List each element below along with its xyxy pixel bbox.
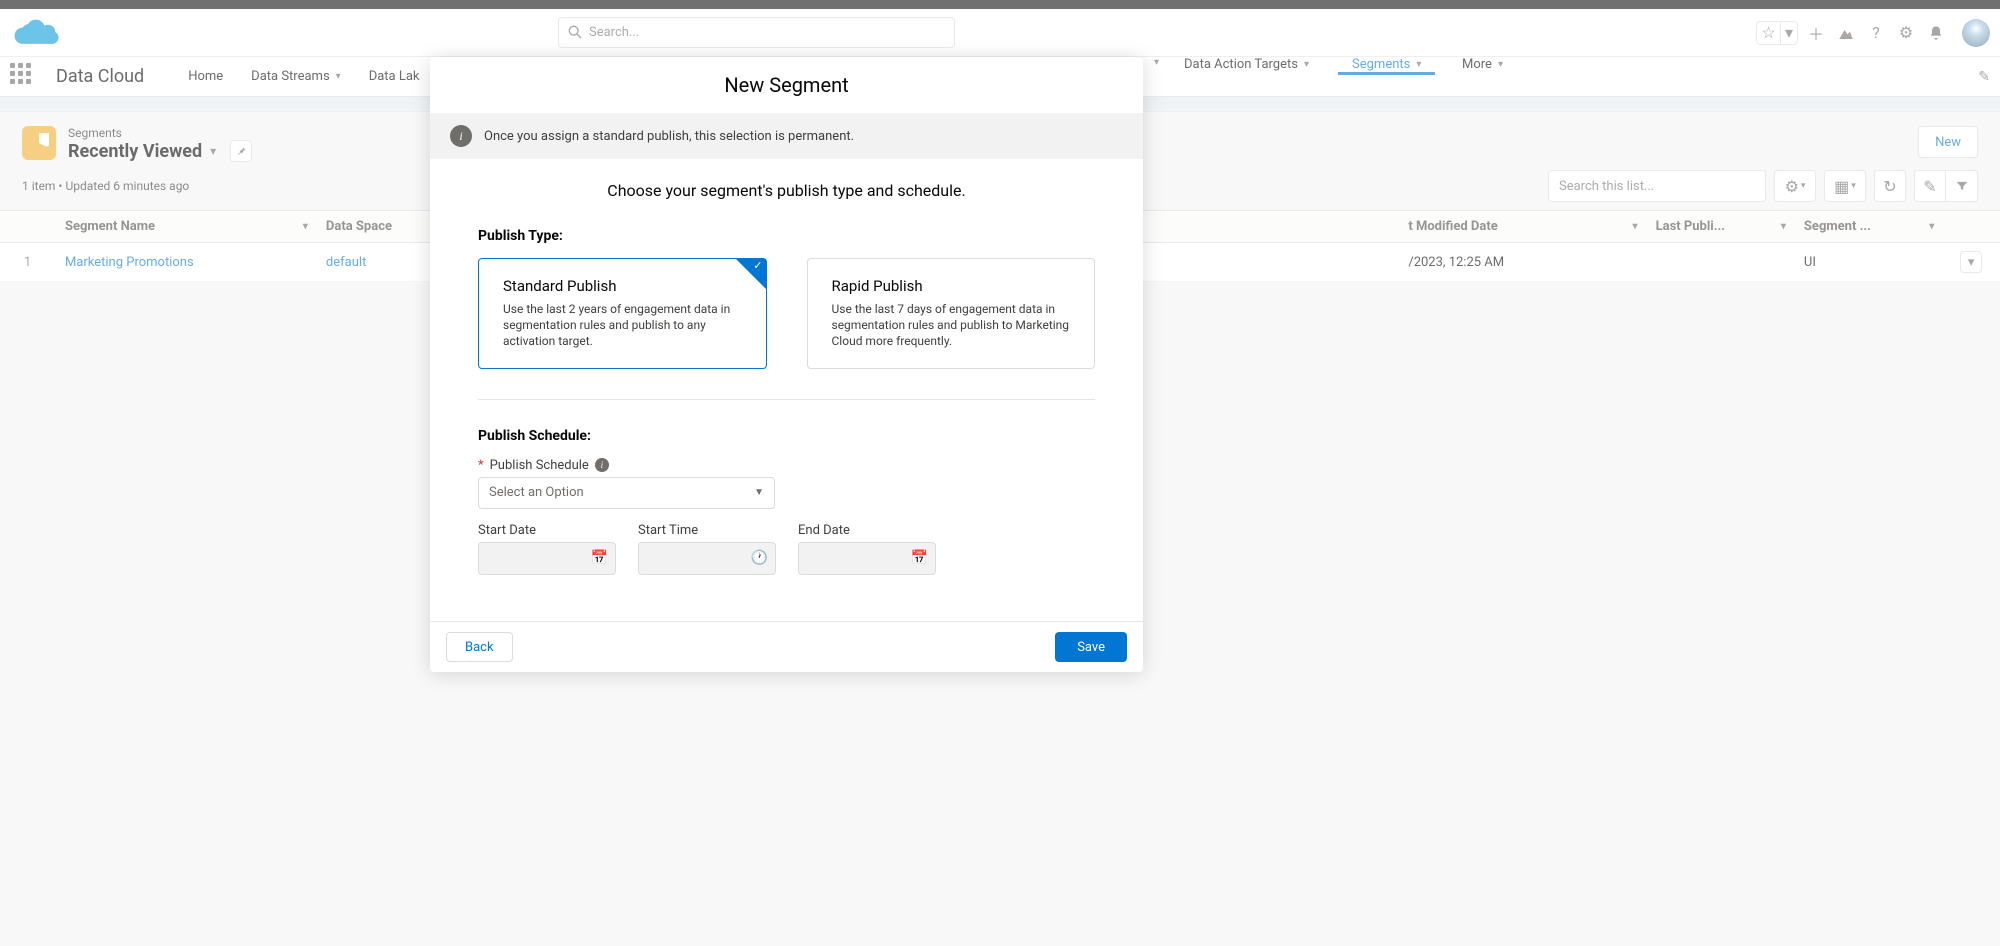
close-modal-icon[interactable] (1118, 20, 1150, 52)
new-segment-modal: New Segment i Once you assign a standard… (430, 57, 1143, 672)
end-date-field: End Date 📅 (798, 523, 936, 575)
info-icon: i (450, 125, 472, 147)
rapid-publish-card[interactable]: Rapid Publish Use the last 7 days of eng… (807, 258, 1096, 369)
field-help-icon[interactable]: i (595, 458, 609, 472)
start-date-field: Start Date 📅 (478, 523, 616, 575)
publish-type-label: Publish Type: (478, 228, 1095, 244)
publish-schedule-field: * Publish Schedule i Select an Option ▼ (478, 458, 1095, 509)
date-time-row: Start Date 📅 Start Time 🕐 End Date 📅 (478, 523, 1095, 575)
modal-title: New Segment (430, 57, 1143, 113)
publish-schedule-heading: Publish Schedule: (478, 428, 1095, 444)
modal-body: Choose your segment's publish type and s… (430, 159, 1143, 621)
modal-info-banner: i Once you assign a standard publish, th… (430, 113, 1143, 159)
save-button[interactable]: Save (1055, 632, 1127, 662)
card-description: Use the last 2 years of engagement data … (503, 301, 742, 350)
section-divider (478, 399, 1095, 400)
start-time-field: Start Time 🕐 (638, 523, 776, 575)
select-placeholder: Select an Option (489, 485, 584, 500)
publish-type-cards: Standard Publish Use the last 2 years of… (478, 258, 1095, 369)
standard-publish-card[interactable]: Standard Publish Use the last 2 years of… (478, 258, 767, 369)
banner-text: Once you assign a standard publish, this… (484, 129, 854, 144)
modal-footer: Back Save (430, 621, 1143, 672)
card-description: Use the last 7 days of engagement data i… (832, 301, 1071, 350)
field-label-text: Publish Schedule (490, 458, 589, 473)
calendar-icon[interactable]: 📅 (591, 550, 608, 566)
chevron-down-icon: ▼ (754, 487, 764, 498)
required-asterisk: * (478, 458, 484, 473)
card-title: Standard Publish (503, 277, 742, 295)
field-label-text: Start Time (638, 523, 776, 538)
card-title: Rapid Publish (832, 277, 1071, 295)
back-button[interactable]: Back (446, 632, 513, 662)
clock-icon[interactable]: 🕐 (751, 550, 768, 566)
field-label-text: End Date (798, 523, 936, 538)
publish-schedule-select[interactable]: Select an Option ▼ (478, 477, 775, 509)
field-label-text: Start Date (478, 523, 616, 538)
choose-heading: Choose your segment's publish type and s… (478, 181, 1095, 200)
calendar-icon[interactable]: 📅 (911, 550, 928, 566)
